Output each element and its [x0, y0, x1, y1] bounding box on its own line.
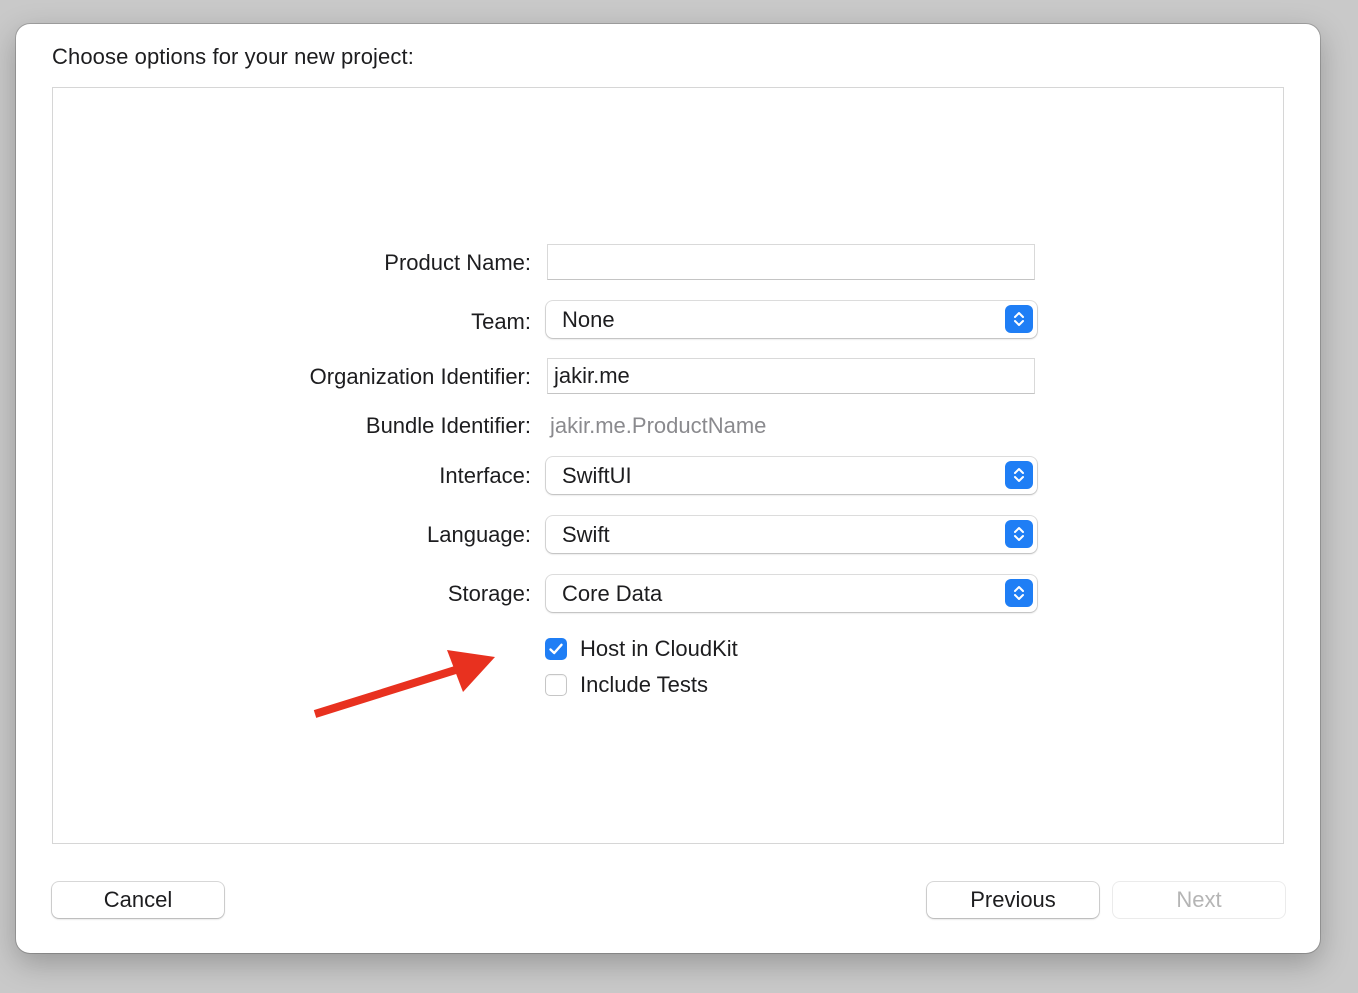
host-in-cloudkit-checkbox-row[interactable]: Host in CloudKit: [545, 635, 738, 663]
interface-popup[interactable]: SwiftUI: [546, 457, 1037, 494]
storage-popup[interactable]: Core Data: [546, 575, 1037, 612]
language-value: Swift: [562, 521, 610, 547]
host-in-cloudkit-checkbox[interactable]: [545, 638, 567, 660]
include-tests-checkbox-row[interactable]: Include Tests: [545, 671, 708, 699]
dialog-title: Choose options for your new project:: [52, 44, 414, 69]
organization-identifier-label: Organization Identifier:: [309, 364, 531, 389]
chevron-up-down-icon: [1005, 520, 1033, 548]
next-button[interactable]: Next: [1113, 882, 1285, 918]
include-tests-checkbox[interactable]: [545, 674, 567, 696]
storage-label: Storage:: [447, 581, 531, 606]
storage-value: Core Data: [562, 580, 663, 606]
checkmark-icon: [549, 643, 563, 655]
host-in-cloudkit-label[interactable]: Host in CloudKit: [580, 636, 738, 662]
bundle-identifier-label: Bundle Identifier:: [365, 413, 531, 438]
interface-label: Interface:: [439, 463, 531, 488]
cancel-button[interactable]: Cancel: [52, 882, 224, 918]
chevron-up-down-icon: [1005, 305, 1033, 333]
language-label: Language:: [427, 522, 531, 547]
organization-identifier-field[interactable]: jakir.me: [547, 358, 1035, 394]
product-name-label: Product Name:: [384, 250, 531, 275]
language-popup[interactable]: Swift: [546, 516, 1037, 553]
team-label: Team:: [471, 309, 531, 334]
include-tests-label[interactable]: Include Tests: [580, 672, 708, 698]
chevron-up-down-icon: [1005, 461, 1033, 489]
chevron-up-down-icon: [1005, 579, 1033, 607]
new-project-options-dialog: Choose options for your new project: Pro…: [16, 24, 1320, 953]
team-value: None: [562, 306, 615, 332]
interface-value: SwiftUI: [562, 462, 632, 488]
arrow-icon: [313, 650, 495, 718]
previous-button[interactable]: Previous: [927, 882, 1099, 918]
team-popup[interactable]: None: [546, 301, 1037, 338]
bundle-identifier-value: jakir.me.ProductName: [550, 413, 767, 438]
product-name-field[interactable]: [547, 244, 1035, 280]
